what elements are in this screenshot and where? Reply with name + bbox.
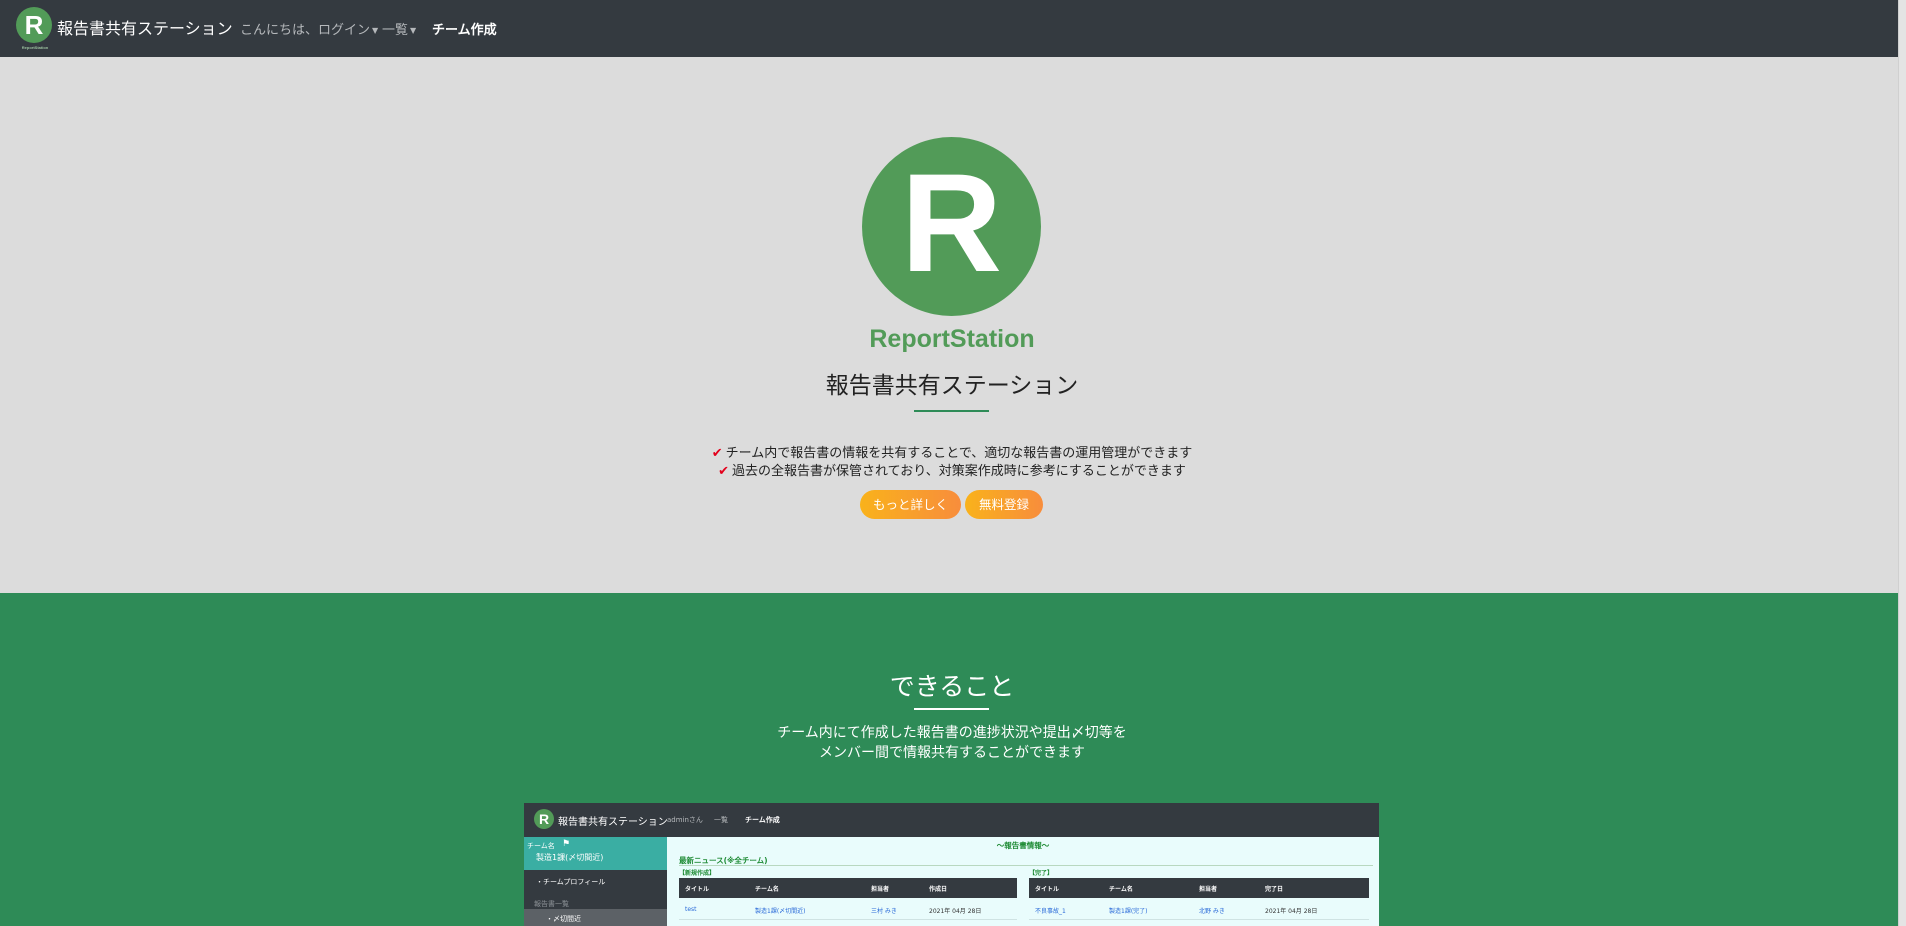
row-divider — [679, 919, 1017, 920]
screenshot-sidebar: チーム名 ⚑ 製造1課(〆切間近) ・チームプロフィール 報告書一覧 ・〆切間近 — [524, 837, 667, 926]
table-cell: 北野 みき — [1199, 908, 1225, 915]
feature-item: ✔ 過去の全報告書が保管されており、対策案作成時に参考にすることができます — [600, 460, 1304, 479]
screenshot-brand: 報告書共有ステーション — [558, 817, 668, 828]
features-section: できること チーム内にて作成した報告書の進捗状況や提出〆切等を メンバー間で情報… — [0, 593, 1898, 926]
table-cell: 三村 みき — [871, 908, 897, 915]
screenshot-sidebar-header: チーム名 ⚑ 製造1課(〆切間近) — [524, 837, 667, 870]
more-details-button[interactable]: もっと詳しく — [860, 490, 961, 519]
hero-title: 報告書共有ステーション — [825, 373, 1079, 399]
table-cell: 2021年 04月 28日 — [929, 908, 982, 915]
check-icon: ✔ — [711, 446, 723, 461]
greeting-login-label: こんにちは、ログイン — [240, 23, 371, 38]
list-menu-label: 一覧 — [382, 23, 409, 38]
brand-logo-letter: R — [24, 10, 44, 40]
screenshot-side-deadline: ・〆切間近 — [546, 915, 581, 923]
chevron-down-icon: ▼ — [372, 26, 379, 35]
screenshot-side-subitem: ・〆切間近 — [524, 909, 667, 926]
description-line: チーム内にて作成した報告書の進捗状況や提出〆切等を — [777, 725, 1127, 741]
screenshot-main: 〜報告書情報〜 最新ニュース(※全チーム) 【新規作成】 【完了】 タイトル チ… — [667, 837, 1379, 926]
top-navbar: R ReportStation 報告書共有ステーション こんにちは、ログイン ▼ … — [0, 0, 1906, 57]
table-cell: 製造1課(〆切間近) — [755, 908, 806, 915]
screenshot-nav-list: 一覧 — [714, 816, 728, 824]
feature-item: ✔ チーム内で報告書の情報を共有することで、適切な報告書の運用管理ができます — [600, 442, 1304, 461]
table-header-cell: タイトル — [1035, 886, 1060, 893]
table-cell: 不良事故_1 — [1035, 908, 1066, 915]
feature-text: 過去の全報告書が保管されており、対策案作成時に参考にすることができます — [732, 464, 1186, 479]
logo-text: ReportStation — [869, 325, 1035, 353]
check-icon: ✔ — [718, 464, 730, 479]
table-header-cell: 作成日 — [929, 886, 948, 893]
table-header-cell: 担当者 — [871, 886, 890, 893]
table-header-cell: チーム名 — [755, 886, 779, 893]
screenshot-right-table-header: タイトル チーム名 担当者 完了日 — [1029, 878, 1369, 898]
screenshot-team-label: チーム名 — [527, 842, 555, 850]
screenshot-right-label: 【完了】 — [1029, 870, 1054, 877]
table-cell: 製造1課(完了) — [1109, 908, 1148, 915]
section-divider — [914, 708, 989, 710]
screenshot-divider — [679, 865, 1373, 866]
screenshot-left-table-header: タイトル チーム名 担当者 作成日 — [679, 878, 1017, 898]
table-header-cell: タイトル — [685, 886, 710, 893]
logo-letter: R — [900, 144, 1003, 301]
table-cell: 2021年 04月 28日 — [1265, 908, 1318, 915]
screenshot-main-heading: 〜報告書情報〜 — [996, 841, 1050, 850]
hero-section: R ReportStation 報告書共有ステーション ✔ チーム内で報告書の情報… — [0, 57, 1898, 593]
report-station-logo: R — [862, 137, 1041, 316]
title-divider — [914, 410, 989, 412]
flag-icon: ⚑ — [562, 839, 571, 849]
free-register-button[interactable]: 無料登録 — [965, 490, 1043, 519]
brand-title[interactable]: 報告書共有ステーション — [57, 15, 233, 39]
brand-logo-caption: ReportStation — [21, 45, 49, 50]
table-header-cell: 担当者 — [1199, 886, 1218, 893]
screenshot-left-label: 【新規作成】 — [679, 870, 716, 877]
page-scrollbar[interactable] — [1898, 0, 1906, 926]
screenshot-logo: R — [534, 809, 554, 829]
app-screenshot-image: R 報告書共有ステーション adminさん 一覧 チーム作成 チーム名 ⚑ 製造… — [524, 803, 1379, 926]
screenshot-nav-user: adminさん — [667, 816, 703, 824]
row-divider — [1029, 919, 1369, 920]
team-create-link[interactable]: チーム作成 — [432, 19, 497, 38]
table-header-cell: 完了日 — [1265, 886, 1284, 893]
brand-logo[interactable]: R ReportStation — [16, 7, 52, 50]
greeting-login-dropdown[interactable]: こんにちは、ログイン ▼ — [240, 19, 378, 38]
screenshot-nav-team-create: チーム作成 — [745, 816, 780, 824]
screenshot-navbar: R 報告書共有ステーション adminさん 一覧 チーム作成 — [524, 803, 1379, 837]
list-menu-dropdown[interactable]: 一覧 ▼ — [382, 19, 416, 38]
screenshot-side-report-list: 報告書一覧 — [534, 900, 569, 908]
feature-text: チーム内で報告書の情報を共有することで、適切な報告書の運用管理ができます — [725, 446, 1193, 461]
description-line: メンバー間で情報共有することができます — [819, 745, 1085, 761]
section-description: チーム内にて作成した報告書の進捗状況や提出〆切等を メンバー間で情報共有すること… — [652, 723, 1252, 763]
screenshot-team-name: 製造1課(〆切間近) — [536, 853, 604, 862]
screenshot-side-profile: ・チームプロフィール — [536, 878, 606, 886]
table-header-cell: チーム名 — [1109, 886, 1133, 893]
table-cell: test — [685, 906, 697, 913]
section-title: できること — [889, 672, 1015, 701]
chevron-down-icon: ▼ — [410, 26, 417, 35]
